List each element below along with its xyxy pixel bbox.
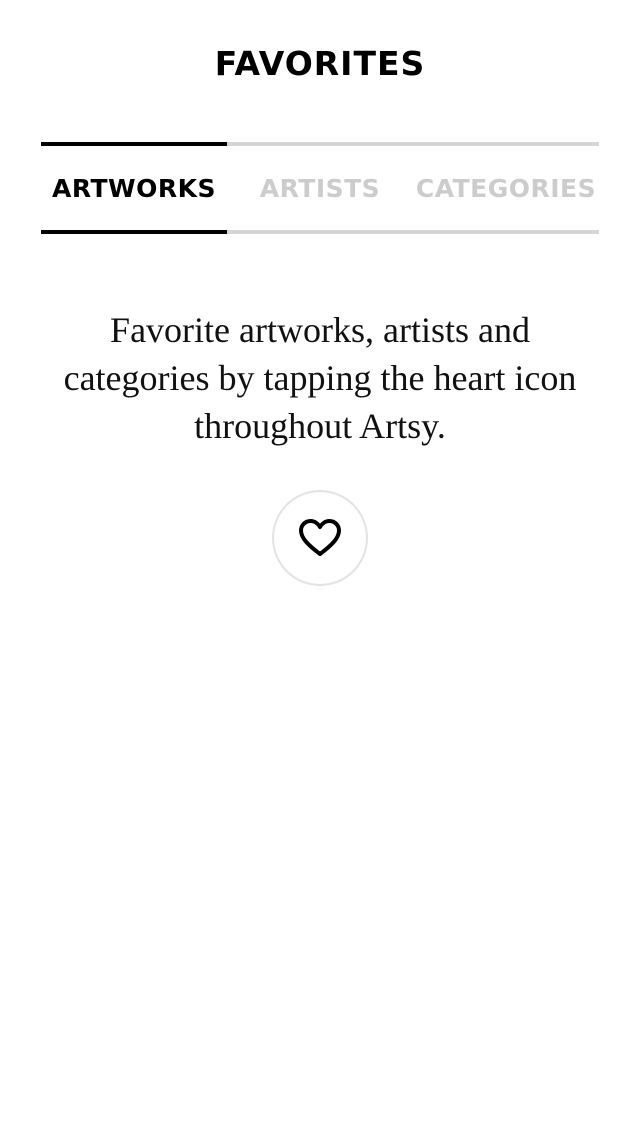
tab-artworks[interactable]: ARTWORKS: [41, 142, 227, 234]
tab-artists[interactable]: ARTISTS: [227, 146, 413, 230]
tab-bar: ARTWORKS ARTISTS CATEGORIES: [41, 142, 599, 234]
heart-button[interactable]: [272, 490, 368, 586]
heart-icon: [299, 519, 341, 556]
tab-categories[interactable]: CATEGORIES: [413, 146, 599, 230]
page-title: FAVORITES: [214, 44, 426, 83]
empty-state-message: Favorite artworks, artists and categorie…: [63, 310, 577, 446]
